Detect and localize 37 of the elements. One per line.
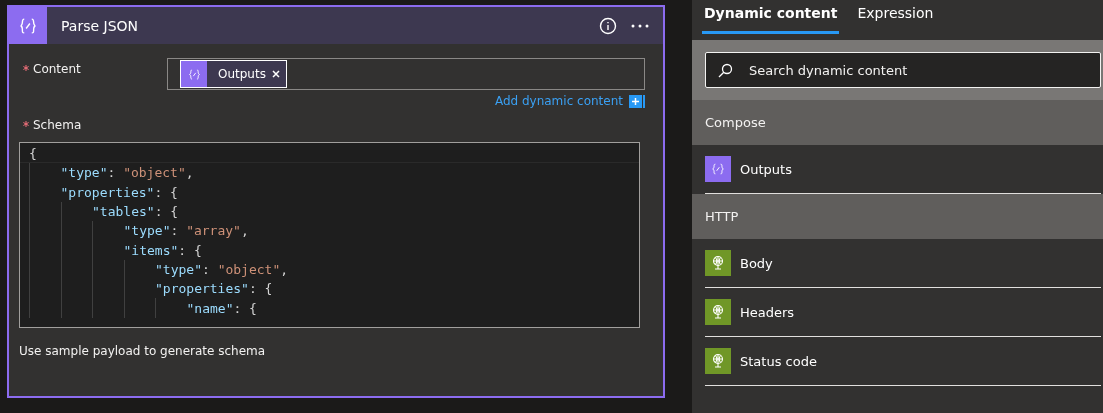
info-icon[interactable]: [599, 16, 617, 35]
code-line: "type": "object",: [60, 165, 194, 181]
group-header: Compose: [692, 100, 1103, 145]
compose-icon: [181, 61, 207, 87]
code-line: "type": "object",: [155, 261, 289, 277]
field-label: Schema: [23, 114, 167, 132]
search-input[interactable]: Search dynamic content: [747, 61, 1100, 79]
code-line: "properties": {: [60, 184, 178, 200]
dynamic-token[interactable]: Outputs: [180, 60, 287, 88]
card-title: Parse JSON: [61, 17, 139, 34]
code-line: "name": {: [186, 300, 257, 316]
globe-icon: [705, 348, 731, 374]
code-editor[interactable]: { "type": "object", "properties": { "tables": { "type": "array", "items": { "type": "object", "properties": { "name": {: [19, 142, 640, 328]
more-icon[interactable]: [631, 23, 649, 28]
group-header: HTTP: [692, 194, 1103, 239]
code-line: {: [29, 145, 37, 161]
panel-tab[interactable]: Expression: [855, 0, 936, 34]
token-label: Outputs: [218, 67, 266, 81]
content-field[interactable]: Outputs: [167, 58, 645, 90]
sample-payload-link[interactable]: Use sample payload to generate schema: [19, 344, 645, 358]
code-line: "items": {: [123, 242, 202, 258]
code-line: "type": "array",: [123, 223, 249, 239]
code-line: "tables": {: [92, 204, 179, 220]
close-icon[interactable]: [271, 70, 280, 78]
compose-icon: [705, 156, 731, 182]
code-line: "properties": {: [155, 281, 273, 297]
panel-tab[interactable]: Dynamic content: [702, 0, 840, 34]
add-dynamic-content-link[interactable]: Add dynamic content: [494, 94, 623, 108]
search-icon: [718, 62, 733, 78]
search-field[interactable]: Search dynamic content: [705, 52, 1101, 88]
content-item[interactable]: Status code: [705, 337, 1101, 386]
globe-icon: [705, 250, 731, 276]
add-icon[interactable]: [629, 94, 645, 108]
globe-icon: [705, 299, 731, 325]
content-item[interactable]: Body: [705, 239, 1101, 288]
content-item[interactable]: Headers: [705, 288, 1101, 337]
field-label: Content: [23, 58, 167, 90]
